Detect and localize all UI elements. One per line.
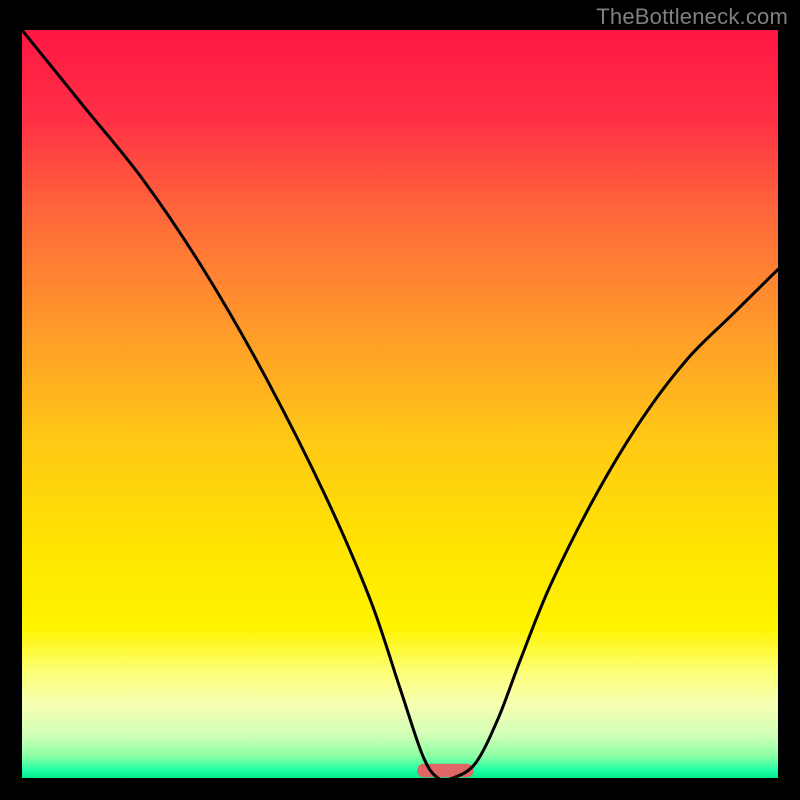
chart-background xyxy=(22,30,778,778)
chart-svg xyxy=(22,30,778,778)
bottleneck-marker xyxy=(417,764,474,777)
chart-frame: TheBottleneck.com xyxy=(0,0,800,800)
plot-area xyxy=(22,30,778,778)
watermark-label: TheBottleneck.com xyxy=(596,4,788,30)
